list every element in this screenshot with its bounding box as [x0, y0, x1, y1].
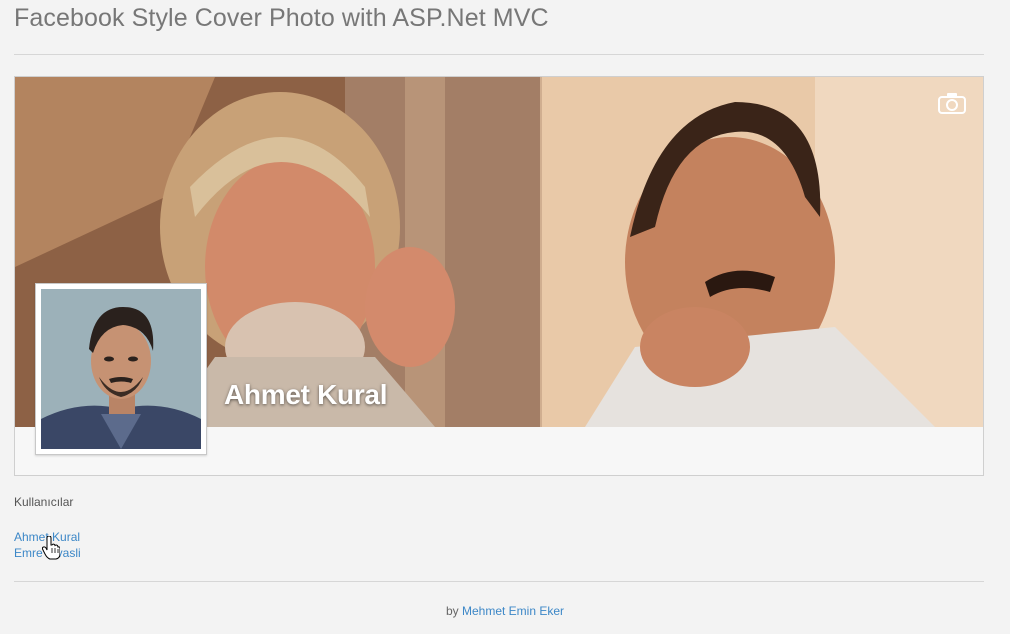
profile-picture-frame[interactable]: [35, 283, 207, 455]
footer: by Mehmet Emin Eker: [0, 604, 1010, 618]
profile-picture: [41, 289, 201, 449]
divider-top: [14, 54, 984, 55]
hand-pointer-cursor-icon: [42, 536, 60, 560]
divider-bottom: [14, 581, 984, 582]
footer-author-link[interactable]: Mehmet Emin Eker: [462, 604, 564, 618]
footer-prefix: by: [445, 604, 459, 618]
camera-icon: [938, 93, 966, 114]
profile-name: Ahmet Kural: [224, 379, 388, 410]
profile-card: Ahmet Kural: [14, 76, 984, 476]
users-heading: Kullanıcılar: [14, 495, 74, 509]
change-cover-button[interactable]: [937, 91, 967, 115]
page-title: Facebook Style Cover Photo with ASP.Net …: [14, 4, 549, 32]
